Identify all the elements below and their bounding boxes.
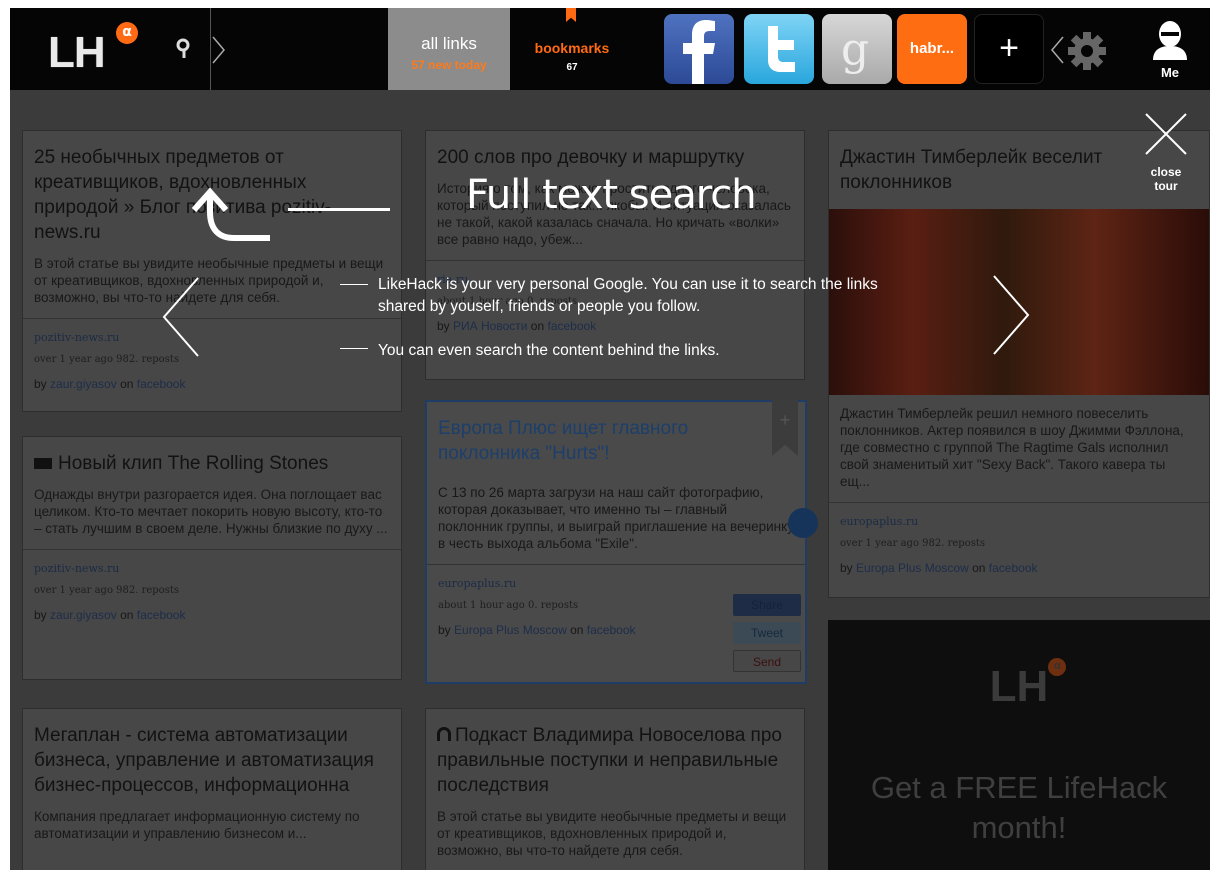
close-icon <box>1145 113 1187 155</box>
google-icon[interactable]: g <box>822 14 892 84</box>
bullet-dash <box>340 284 368 285</box>
user-label: Me <box>1160 65 1180 80</box>
top-bar: LH α all links 57 new today bookmarks 67… <box>10 8 1210 90</box>
tour-bullet-1: LikeHack is your very personal Google. Y… <box>378 276 878 315</box>
tour-underline <box>288 208 390 211</box>
tab-bookmarks[interactable]: bookmarks 67 <box>510 8 634 90</box>
curved-arrow-icon <box>191 187 270 241</box>
gear-icon[interactable] <box>1064 28 1110 74</box>
avatar-icon <box>1153 21 1187 60</box>
chevron-left-icon <box>1050 36 1064 64</box>
divider <box>210 8 211 90</box>
alpha-badge: α <box>116 22 138 44</box>
svg-text:g: g <box>841 24 869 75</box>
bookmarks-count: 67 <box>566 62 578 73</box>
bullet-dash <box>340 348 368 349</box>
tour-bullet-2: You can even search the content behind t… <box>378 342 720 359</box>
facebook-icon[interactable] <box>664 14 734 84</box>
tour-next-arrow[interactable] <box>992 274 1032 356</box>
likehack-logo[interactable]: LH α <box>48 22 138 78</box>
chevron-right-icon <box>212 36 226 64</box>
tour-prev-arrow[interactable] <box>160 276 200 358</box>
bookmark-flag-icon <box>566 8 576 22</box>
twitter-icon[interactable] <box>744 14 814 84</box>
tab-all-links[interactable]: all links 57 new today <box>388 8 510 90</box>
tour-title: Full text search <box>466 172 757 218</box>
search-icon[interactable] <box>170 34 200 64</box>
add-service-button[interactable]: + <box>974 14 1044 84</box>
close-tour-label: close tour <box>1150 165 1182 193</box>
habr-service-button[interactable]: habr... <box>897 14 967 84</box>
tour-overlay: Full text search LikeHack is your very p… <box>10 90 1210 870</box>
user-menu[interactable]: Me <box>1140 18 1200 88</box>
tab-bookmarks-label: bookmarks <box>534 40 610 56</box>
logo-text: LH <box>48 28 106 77</box>
new-today-count: 57 new today <box>411 58 487 72</box>
close-tour-button[interactable]: close tour <box>1138 112 1194 193</box>
app-window: LH α all links 57 new today bookmarks 67… <box>10 8 1210 870</box>
tab-all-links-label: all links <box>421 34 477 53</box>
